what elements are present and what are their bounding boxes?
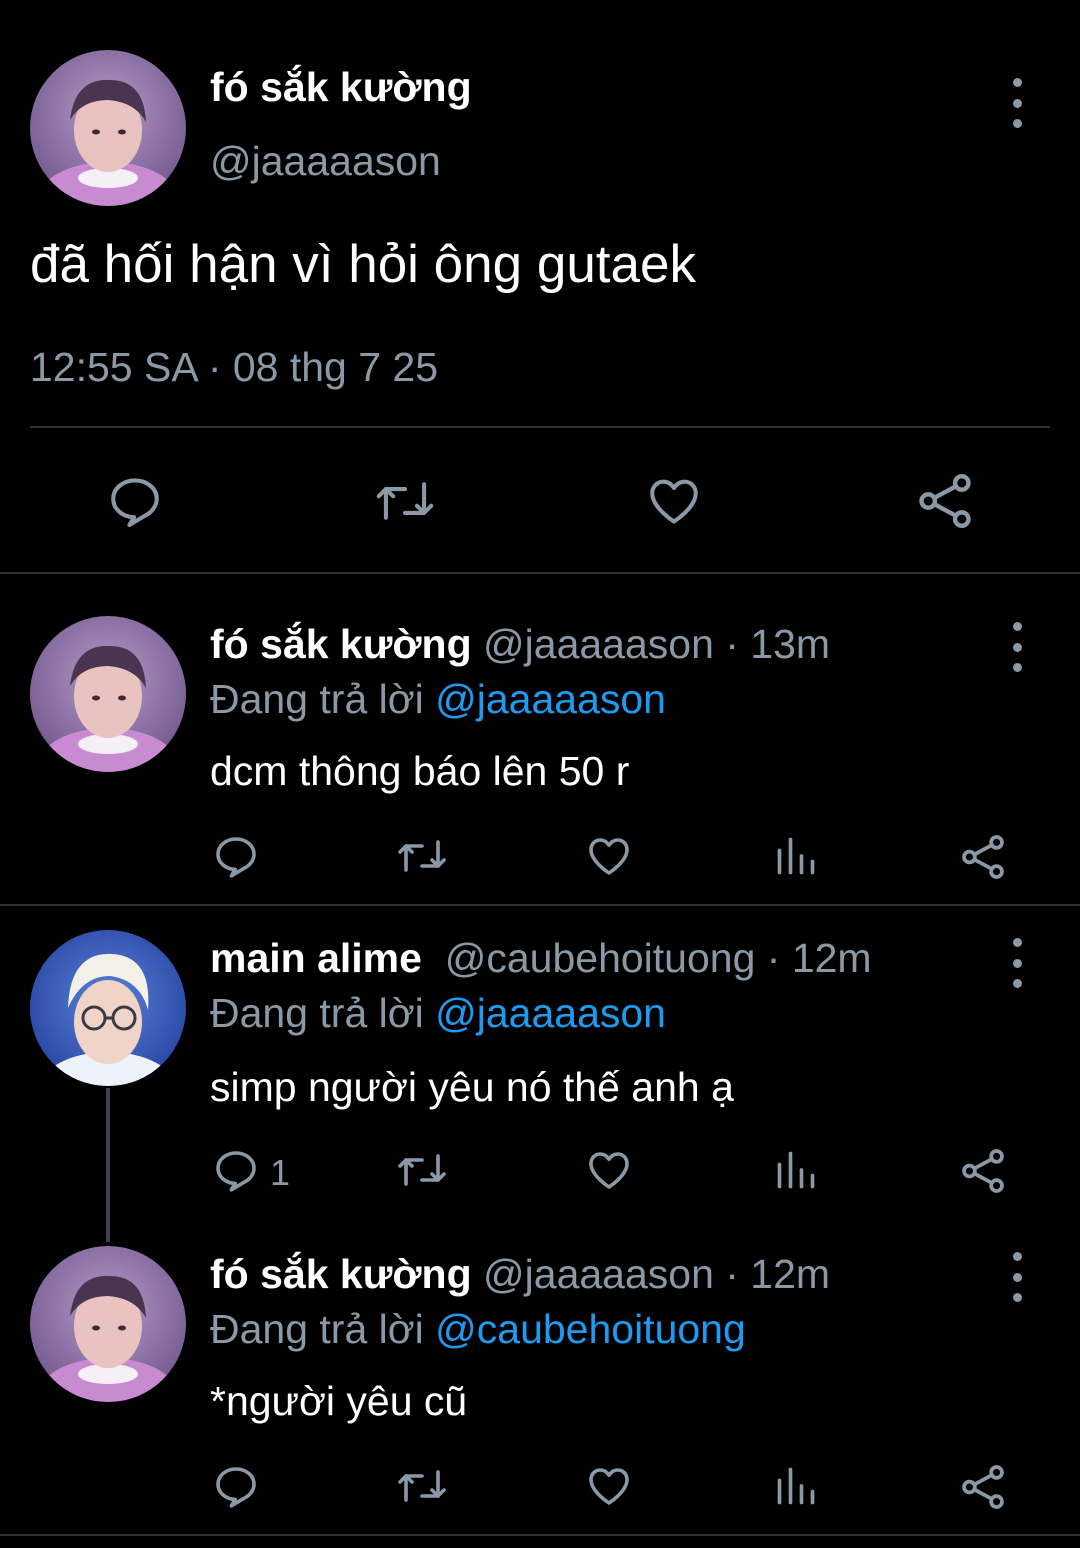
more-vertical-icon[interactable]	[1002, 622, 1032, 672]
share-icon[interactable]	[914, 470, 976, 532]
divider	[30, 426, 1050, 428]
tweet-text: đã hối hận vì hỏi ông gutaek	[30, 235, 696, 294]
reply-count: 1	[270, 1152, 291, 1193]
heart-icon[interactable]	[584, 1462, 634, 1510]
replying-to: Đang trả lời @jaaaaason	[210, 676, 666, 723]
tweet-thread-screen: fó sắk kường @jaaaaason đã hối hận vì hỏ…	[0, 0, 1080, 1548]
reply-text: dcm thông báo lên 50 r	[210, 748, 630, 794]
more-vertical-icon[interactable]	[1002, 1252, 1032, 1302]
avatar[interactable]	[30, 1246, 186, 1402]
author-meta[interactable]: @jaaaaason · 13m	[483, 621, 830, 667]
reply-bubble-icon[interactable]	[212, 1462, 260, 1510]
bar-chart-icon[interactable]	[774, 834, 818, 878]
author-name[interactable]: fó sắk kường	[210, 64, 472, 111]
more-vertical-icon[interactable]	[1002, 78, 1032, 128]
thread-connector	[106, 1088, 110, 1242]
reply-bubble-icon[interactable]	[106, 472, 164, 530]
reply-header: fó sắk kường @jaaaaason · 12m	[210, 1254, 830, 1295]
mention-link[interactable]: @jaaaaason	[435, 990, 666, 1036]
replying-prefix: Đang trả lời	[210, 676, 436, 722]
replying-to: Đang trả lời @caubehoituong	[210, 1306, 746, 1353]
bar-chart-icon[interactable]	[774, 1148, 818, 1192]
retweet-icon[interactable]	[396, 1146, 448, 1194]
retweet-icon[interactable]	[396, 832, 448, 880]
replying-prefix: Đang trả lời	[210, 1306, 436, 1352]
bar-chart-icon[interactable]	[774, 1464, 818, 1508]
reply-text: simp người yêu nó thế anh ạ	[210, 1064, 734, 1110]
heart-icon[interactable]	[584, 832, 634, 880]
tweet-timestamp[interactable]: 12:55 SA · 08 thg 7 25	[30, 344, 438, 391]
reply-bubble-icon[interactable]	[212, 1146, 260, 1194]
retweet-icon[interactable]	[396, 1462, 448, 1510]
avatar[interactable]	[30, 50, 186, 206]
reply-header: main alime @caubehoituong · 12m	[210, 938, 872, 979]
share-icon[interactable]	[958, 832, 1008, 882]
replying-prefix: Đang trả lời	[210, 990, 436, 1036]
divider	[0, 904, 1080, 906]
author-meta[interactable]: @caubehoituong · 12m	[445, 935, 872, 981]
reply-text: *người yêu cũ	[210, 1378, 468, 1424]
heart-icon[interactable]	[584, 1146, 634, 1194]
replying-to: Đang trả lời @jaaaaason	[210, 990, 666, 1037]
more-vertical-icon[interactable]	[1002, 938, 1032, 988]
share-icon[interactable]	[958, 1146, 1008, 1196]
mention-link[interactable]: @caubehoituong	[435, 1306, 746, 1352]
author-name[interactable]: main alime	[210, 935, 422, 981]
retweet-icon[interactable]	[374, 472, 436, 530]
divider	[0, 572, 1080, 574]
divider	[0, 1534, 1080, 1536]
author-name[interactable]: fó sắk kường	[210, 621, 472, 667]
mention-link[interactable]: @jaaaaason	[435, 676, 666, 722]
share-icon[interactable]	[958, 1462, 1008, 1512]
heart-icon[interactable]	[644, 472, 704, 530]
avatar[interactable]	[30, 616, 186, 772]
author-handle[interactable]: @jaaaaason	[210, 138, 441, 185]
reply-bubble-icon[interactable]	[212, 832, 260, 880]
author-name[interactable]: fó sắk kường	[210, 1251, 472, 1297]
avatar[interactable]	[30, 930, 186, 1086]
reply-header: fó sắk kường @jaaaaason · 13m	[210, 624, 830, 665]
author-meta[interactable]: @jaaaaason · 12m	[483, 1251, 830, 1297]
